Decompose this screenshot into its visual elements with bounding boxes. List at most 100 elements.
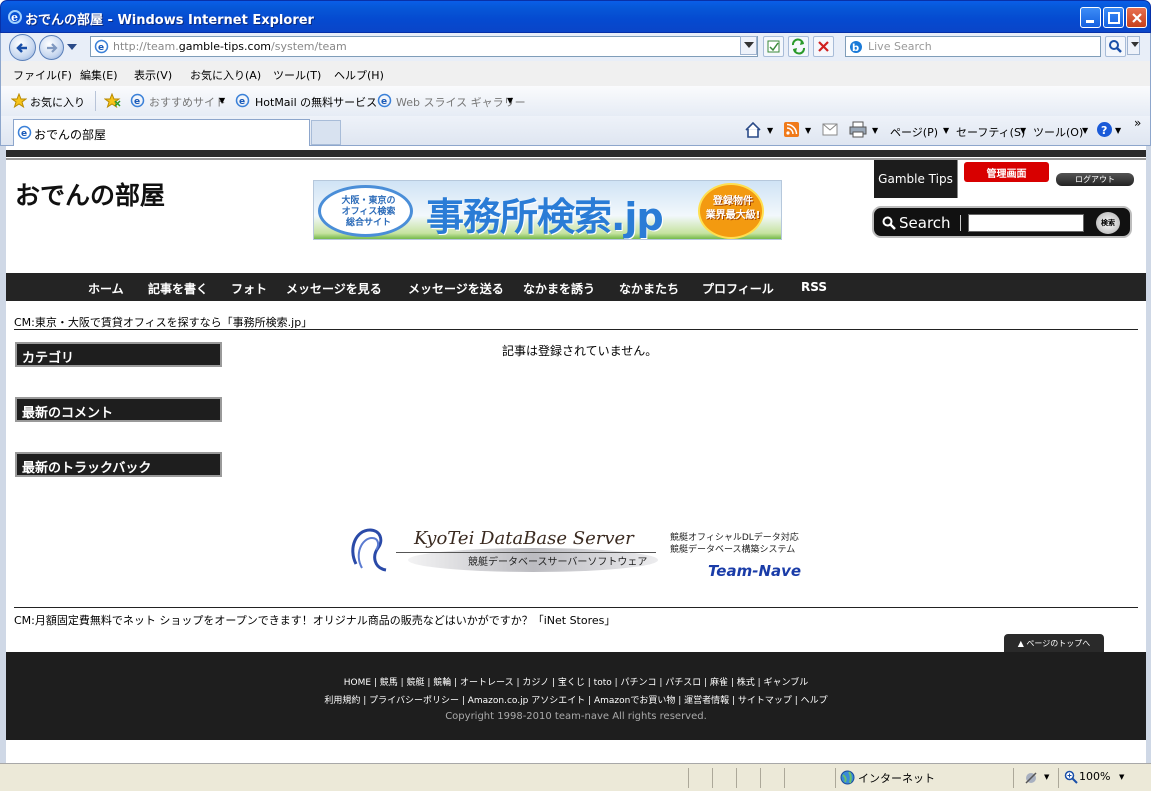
- home-icon[interactable]: [744, 121, 762, 138]
- page-menu-button[interactable]: ページ(P): [890, 124, 938, 140]
- zoom-icon[interactable]: [1064, 770, 1078, 784]
- help-icon[interactable]: ?: [1096, 121, 1113, 138]
- status-separator: [1058, 768, 1059, 788]
- rss-feed-icon[interactable]: [784, 122, 799, 137]
- chevron-down-icon[interactable]: ▼: [805, 126, 811, 135]
- search-options-dropdown[interactable]: [1127, 36, 1140, 55]
- site-search-widget: Search 検索: [872, 206, 1132, 238]
- footer-links-primary[interactable]: HOME | 競馬 | 競艇 | 競輪 | オートレース | カジノ | 宝くじ…: [6, 675, 1146, 688]
- minimize-icon: [1086, 20, 1094, 23]
- live-search-logo-icon: b: [850, 41, 862, 54]
- compatibility-view-icon: [767, 40, 780, 53]
- menu-bar: ファイル(F) 編集(E) 表示(V) お気に入り(A) ツール(T) ヘルプ(…: [0, 61, 1151, 86]
- internet-zone-globe-icon: [840, 770, 855, 785]
- ie-page-icon: e: [17, 125, 32, 140]
- chevron-down-icon[interactable]: ▼: [1020, 126, 1026, 135]
- stop-button[interactable]: [813, 36, 834, 57]
- footer-links-secondary[interactable]: 利用規約 | プライバシーポリシー | Amazon.co.jp アソシエイト …: [6, 693, 1146, 706]
- more-commands-chevron-icon[interactable]: »: [1134, 116, 1141, 130]
- cm-top-link[interactable]: CM:東京・大阪で賃貸オフィスを探すなら「事務所検索.jp」: [14, 314, 312, 330]
- admin-panel-button[interactable]: 管理画面: [964, 162, 1049, 182]
- logout-button[interactable]: ログアウト: [1056, 173, 1134, 186]
- cm-bottom-link[interactable]: CM:月額固定費無料でネット ショップをオープンできます！オリジナル商品の販売な…: [14, 612, 615, 628]
- window-title: おでんの部屋 - Windows Internet Explorer: [25, 13, 314, 28]
- safety-menu-button[interactable]: セーフティ(S): [956, 124, 1025, 140]
- status-bar: インターネット ▼ 100% ▼: [0, 763, 1151, 791]
- tab-bar: e おでんの部屋 ▼ ▼ ▼ ページ(P) ▼ セーフティ(S) ▼ ツール(O…: [0, 116, 1151, 146]
- security-zone-label[interactable]: インターネット: [858, 770, 935, 786]
- search-label: Search: [899, 214, 951, 232]
- hotmail-link[interactable]: HotMail の無料サービス: [255, 94, 377, 110]
- nav-view-messages[interactable]: メッセージを見る: [286, 280, 382, 297]
- gamble-tips-link[interactable]: Gamble Tips: [874, 160, 958, 198]
- recent-pages-dropdown-icon[interactable]: [67, 44, 77, 50]
- tab-current[interactable]: e おでんの部屋: [13, 119, 310, 146]
- office-search-banner-ad[interactable]: 大阪・東京の オフィス検索 総合サイト 事務所検索.jp 登録物件 業界最大級!: [313, 180, 782, 240]
- kyotei-database-ad[interactable]: KyoTei DataBase Server 競艇データベースサーバーソフトウェ…: [348, 524, 818, 584]
- address-dropdown-button[interactable]: [740, 36, 757, 55]
- tools-menu-button[interactable]: ツール(O): [1033, 124, 1083, 140]
- menu-file[interactable]: ファイル(F): [13, 67, 72, 83]
- search-go-button[interactable]: [1105, 36, 1126, 57]
- site-search-input[interactable]: [968, 214, 1084, 232]
- favorites-button[interactable]: お気に入り: [30, 94, 85, 110]
- chevron-down-icon[interactable]: ▼: [219, 96, 225, 105]
- search-icon: [882, 216, 896, 230]
- sidebar-latest-comments-header: 最新のコメント: [15, 397, 222, 422]
- address-url: http://team.gamble-tips.com/system/team: [113, 40, 347, 53]
- search-icon: [1109, 40, 1122, 53]
- read-mail-icon[interactable]: [822, 123, 838, 136]
- site-title[interactable]: おでんの部屋: [15, 176, 165, 212]
- address-field[interactable]: e http://team.gamble-tips.com/system/tea…: [90, 36, 758, 57]
- menu-tools[interactable]: ツール(T): [273, 67, 321, 83]
- minimize-button[interactable]: [1080, 7, 1101, 28]
- live-search-input[interactable]: b Live Search: [845, 36, 1101, 57]
- refresh-button[interactable]: [788, 36, 809, 57]
- chevron-down-icon[interactable]: ▼: [1115, 126, 1121, 135]
- nav-write-article[interactable]: 記事を書く: [148, 280, 208, 297]
- status-separator: [1013, 768, 1014, 788]
- nav-send-message[interactable]: メッセージを送る: [408, 280, 504, 297]
- nav-home[interactable]: ホーム: [88, 280, 124, 297]
- add-to-favorites-bar-icon[interactable]: [104, 93, 121, 109]
- nav-friends[interactable]: なかまたち: [619, 280, 679, 297]
- suggested-sites-link[interactable]: おすすめサイト: [149, 94, 226, 110]
- back-button[interactable]: [9, 34, 36, 61]
- window-title-bar[interactable]: e おでんの部屋 - Windows Internet Explorer: [0, 0, 1151, 33]
- nav-photo[interactable]: フォト: [231, 280, 267, 297]
- chevron-down-icon[interactable]: ▼: [943, 126, 949, 135]
- menu-help[interactable]: ヘルプ(H): [334, 67, 384, 83]
- chevron-down-icon[interactable]: ▼: [767, 126, 773, 135]
- ie-page-icon: e: [377, 93, 392, 108]
- nav-rss[interactable]: RSS: [801, 280, 827, 294]
- team-nave-brand: Team-Nave: [708, 562, 802, 580]
- close-window-button[interactable]: [1126, 7, 1147, 28]
- chevron-down-icon[interactable]: ▼: [1119, 773, 1124, 781]
- internet-explorer-icon: e: [8, 10, 22, 24]
- print-icon[interactable]: [849, 121, 867, 138]
- chevron-down-icon[interactable]: ▼: [1044, 773, 1049, 781]
- menu-view[interactable]: 表示(V): [134, 67, 172, 83]
- chevron-down-icon[interactable]: ▼: [507, 96, 513, 105]
- sidebar-category-header: カテゴリ: [15, 342, 222, 367]
- chevron-down-icon[interactable]: ▼: [1082, 126, 1088, 135]
- favorites-bar: お気に入り e おすすめサイト ▼ e HotMail の無料サービス e We…: [0, 86, 1151, 116]
- forward-button[interactable]: [39, 35, 64, 60]
- svg-text:e: e: [11, 11, 18, 24]
- page-top-button[interactable]: ▲ ページのトップへ: [1004, 634, 1104, 652]
- compatibility-view-button[interactable]: [763, 36, 784, 57]
- protected-mode-icon[interactable]: [1023, 770, 1040, 785]
- banner-burst-text: 登録物件 業界最大級!: [705, 196, 761, 221]
- nav-invite-friends[interactable]: なかまを誘う: [523, 280, 595, 297]
- svg-text:?: ?: [1101, 124, 1107, 137]
- kyotei-feature-2: 競艇データベース構築システム: [670, 545, 796, 555]
- maximize-button[interactable]: [1103, 7, 1124, 28]
- menu-favorites[interactable]: お気に入り(A): [190, 67, 261, 83]
- site-search-button[interactable]: 検索: [1096, 212, 1120, 234]
- new-tab-button[interactable]: [311, 120, 341, 145]
- nav-profile[interactable]: プロフィール: [702, 280, 774, 297]
- status-separator: [784, 768, 785, 788]
- menu-edit[interactable]: 編集(E): [80, 67, 118, 83]
- chevron-down-icon[interactable]: ▼: [872, 126, 878, 135]
- zoom-level[interactable]: 100%: [1079, 770, 1110, 783]
